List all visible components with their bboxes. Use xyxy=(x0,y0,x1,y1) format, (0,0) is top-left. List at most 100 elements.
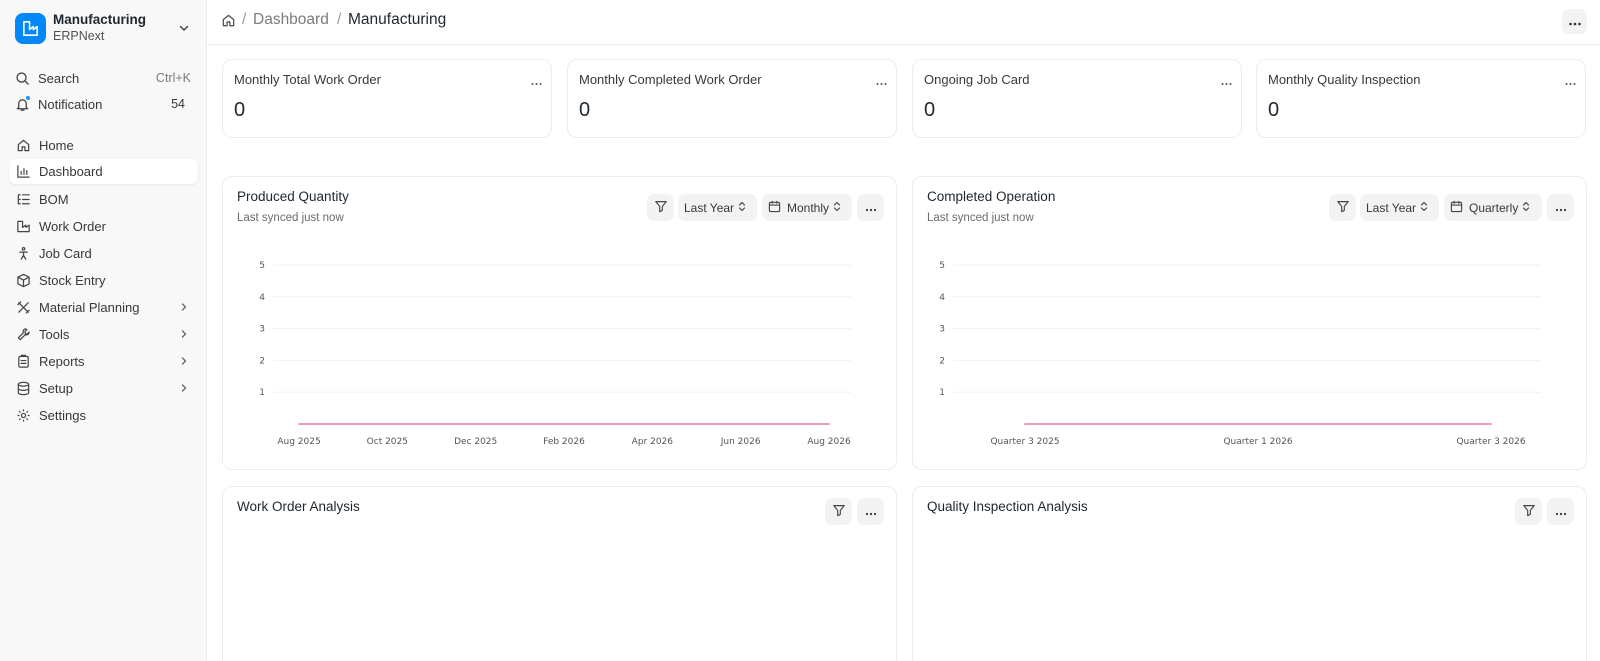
data-point xyxy=(563,423,565,425)
completed-operation-chart: 1 2 3 4 5 Quarter 3 2025 Quarter 1 2026 Quarter… xyxy=(939,261,1541,447)
number-card[interactable]: Ongoing Job Card 0 xyxy=(912,59,1242,138)
search-button[interactable]: Search Ctrl+K xyxy=(9,65,199,91)
sidebar-item-material-planning[interactable]: Material Planning xyxy=(9,295,198,320)
sidebar-item-stock-entry[interactable]: Stock Entry xyxy=(9,268,198,293)
number-card[interactable]: Monthly Total Work Order 0 xyxy=(222,59,552,138)
x-tick-label: Quarter 3 2025 xyxy=(990,437,1059,447)
chart-more-button[interactable] xyxy=(857,498,884,525)
breadcrumb-separator: / xyxy=(337,11,342,28)
data-point xyxy=(828,423,830,425)
data-point xyxy=(651,423,654,425)
sidebar-item-label: Settings xyxy=(39,408,86,423)
tools-cross-icon xyxy=(15,300,31,316)
y-tick-label: 1 xyxy=(939,388,945,398)
y-tick-label: 2 xyxy=(259,356,265,366)
chart-more-button[interactable] xyxy=(1547,498,1574,525)
home-icon[interactable] xyxy=(221,13,236,31)
sidebar-item-bom[interactable]: BOM xyxy=(9,187,198,212)
x-tick-label: Jun 2026 xyxy=(720,437,761,447)
chevron-down-icon xyxy=(177,21,191,38)
app-subtitle: ERPNext xyxy=(53,29,105,43)
notification-count: 54 xyxy=(171,97,185,111)
chart-card-quality-inspection-analysis: Quality Inspection Analysis xyxy=(912,486,1587,661)
chevron-right-icon xyxy=(178,382,190,397)
breadcrumb-manufacturing: Manufacturing xyxy=(348,11,447,28)
breadcrumb-dashboard[interactable]: Dashboard xyxy=(253,11,329,29)
chart-icon xyxy=(15,164,31,180)
data-point xyxy=(695,423,698,425)
search-shortcut: Ctrl+K xyxy=(155,71,191,85)
y-tick-label: 1 xyxy=(259,388,265,398)
ellipsis-icon[interactable] xyxy=(876,74,887,89)
data-point xyxy=(519,423,521,425)
sidebar-item-label: Stock Entry xyxy=(39,273,106,288)
chevron-right-icon xyxy=(178,355,190,370)
data-point xyxy=(474,423,477,425)
sidebar-item-dashboard[interactable]: Dashboard xyxy=(9,159,198,184)
sidebar-item-work-order[interactable]: Work Order xyxy=(9,214,198,239)
chevron-right-icon xyxy=(178,301,190,316)
filter-button[interactable] xyxy=(1515,498,1542,525)
sidebar-item-label: Dashboard xyxy=(39,164,103,179)
sidebar-item-reports[interactable]: Reports xyxy=(9,349,198,374)
app-title: Manufacturing xyxy=(53,12,146,27)
number-card-title: Monthly Completed Work Order xyxy=(579,72,762,87)
number-card-value: 0 xyxy=(234,99,246,121)
bell-icon xyxy=(14,95,31,112)
top-bar: / Dashboard / Manufacturing xyxy=(207,0,1600,45)
data-point xyxy=(607,423,609,425)
chart-card-work-order-analysis: Work Order Analysis xyxy=(222,486,897,661)
filter-icon xyxy=(1522,503,1536,520)
chart-card-completed-operation: Completed Operation Last synced just now… xyxy=(912,176,1587,470)
filter-button[interactable] xyxy=(825,498,852,525)
sidebar-item-label: Tools xyxy=(39,327,70,342)
notification-dot xyxy=(25,95,31,101)
ellipsis-icon[interactable] xyxy=(1565,74,1576,89)
x-tick-label: Quarter 3 2026 xyxy=(1456,437,1525,447)
number-card-title: Monthly Total Work Order xyxy=(234,72,381,87)
chevron-right-icon xyxy=(178,328,190,343)
factory-icon xyxy=(15,219,31,235)
ellipsis-icon[interactable] xyxy=(531,74,542,89)
list-tree-icon xyxy=(15,192,31,208)
sidebar-item-label: BOM xyxy=(39,192,69,207)
sidebar-item-job-card[interactable]: Job Card xyxy=(9,241,198,266)
sidebar-item-setup[interactable]: Setup xyxy=(9,376,198,401)
y-tick-label: 5 xyxy=(939,261,945,271)
app-switcher[interactable]: Manufacturing ERPNext xyxy=(9,7,199,49)
search-icon xyxy=(14,70,30,86)
y-tick-label: 2 xyxy=(939,356,945,366)
sidebar-item-label: Setup xyxy=(39,381,73,396)
sidebar-item-settings[interactable]: Settings xyxy=(9,403,198,428)
ellipsis-icon[interactable] xyxy=(1221,74,1232,89)
factory-icon xyxy=(15,12,46,44)
ellipsis-icon xyxy=(1568,14,1582,29)
data-point xyxy=(1257,423,1259,425)
sidebar-item-label: Job Card xyxy=(39,246,92,261)
data-point xyxy=(784,423,786,425)
wrench-icon xyxy=(15,327,31,343)
sidebar-item-home[interactable]: Home xyxy=(9,133,198,158)
y-tick-label: 5 xyxy=(259,261,265,271)
data-point xyxy=(430,423,433,425)
data-point xyxy=(1140,423,1143,425)
number-card-value: 0 xyxy=(924,99,936,121)
y-tick-label: 4 xyxy=(939,293,945,303)
number-card-title: Monthly Quality Inspection xyxy=(1268,72,1421,87)
number-card[interactable]: Monthly Completed Work Order 0 xyxy=(567,59,897,138)
notification-label: Notification xyxy=(38,96,103,112)
y-tick-label: 3 xyxy=(939,325,945,335)
sidebar-item-label: Reports xyxy=(39,354,85,369)
more-options-button[interactable] xyxy=(1562,9,1587,34)
number-card[interactable]: Monthly Quality Inspection 0 xyxy=(1256,59,1586,138)
sidebar-item-label: Work Order xyxy=(39,219,106,234)
search-label: Search xyxy=(38,70,80,86)
home-icon xyxy=(15,138,31,154)
sidebar-item-tools[interactable]: Tools xyxy=(9,322,198,347)
number-card-value: 0 xyxy=(1268,99,1280,121)
ellipsis-icon xyxy=(1555,505,1567,519)
data-point xyxy=(1373,423,1376,425)
x-tick-label: Aug 2026 xyxy=(807,437,851,447)
notification-button[interactable]: Notification 54 xyxy=(9,91,199,117)
number-card-value: 0 xyxy=(579,99,591,121)
